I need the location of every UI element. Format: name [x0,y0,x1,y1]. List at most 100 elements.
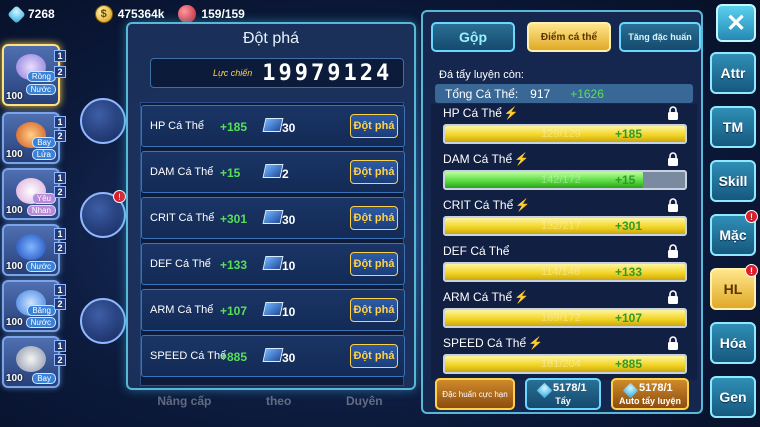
stat-name: DAM Cá Thể [150,166,214,178]
stat-bar: 114/146 +133 [443,262,687,282]
slot-number: 2 [54,130,66,142]
extreme-training-button[interactable]: Đặc huấn cực hạn [435,378,515,410]
team-slot[interactable]: Bay 100 1 2 [2,336,66,388]
stat-value: 129/129 [541,128,581,140]
gold-value: 475364k [117,7,165,21]
book-icon [262,210,284,224]
breakthrough-button[interactable]: Đột phá [350,160,398,184]
breakthrough-row: DAM Cá Thể +15 2 Đột phá [141,151,405,193]
auto-label: Auto tẩy luyện [618,396,681,406]
stat-name-wrap: SPEED Cá Thể ⚡ [443,336,543,350]
pet-type-badge: Bay [32,373,56,384]
notification-badge: ! [745,264,758,277]
stats-panel: Gộp Điểm cá thể Tăng đặc huấn Đá tẩy luy… [421,10,703,414]
tab-special-training[interactable]: Tăng đặc huấn [619,22,701,52]
stat-bonus: +185 [615,127,643,141]
stat-value: 181/204 [541,358,581,370]
remaining-stones-label: Đá tẩy luyện còn: [439,69,524,81]
panel-title: Đột phá [242,30,300,47]
menu-equip-label: Mặc [719,227,747,243]
stat-row: SPEED Cá Thể ⚡ 181/204 +885 [443,334,687,378]
pet-type-badge: Nước [25,317,56,328]
stat-row: DEF Cá Thể 114/146 +133 [443,242,687,286]
breakthrough-row: CRIT Cá Thể +301 30 Đột phá [141,197,405,239]
pet-level: 100 [6,317,23,328]
stat-bonus: +107 [615,311,643,325]
auto-wash-button[interactable]: 5178/1 Auto tẩy luyện [611,378,689,410]
stat-bonus: +15 [220,166,241,180]
stat-value: 169/172 [541,312,581,324]
breakthrough-button[interactable]: Đột phá [350,344,398,368]
menu-tm[interactable]: TM [710,106,756,148]
cost-value: 10 [282,259,296,273]
wash-button[interactable]: 5178/1 Tẩy [525,378,601,410]
breakthrough-panel: Đột phá Lực chiến 19979124 HP Cá Thể +18… [126,22,416,390]
stat-bonus: +301 [615,219,643,233]
tab-merge[interactable]: Gộp [431,22,515,52]
menu-transform[interactable]: Hóa [710,322,756,364]
menu-gen[interactable]: Gen [710,376,756,418]
team-slot[interactable]: Nước 100 1 2 [2,224,66,276]
lock-icon[interactable] [667,244,679,258]
stat-name: ARM Cá Thể [443,290,513,304]
lock-icon[interactable] [667,290,679,304]
tab-individual-points[interactable]: Điểm cá thể [527,22,611,52]
total-bonus: +1626 [570,86,604,101]
breakthrough-row: DEF Cá Thể +133 10 Đột phá [141,243,405,285]
lock-icon[interactable] [667,198,679,212]
stat-list: HP Cá Thể ⚡ 129/129 +185 DAM Cá Thể ⚡ 142/… [431,104,697,380]
team-slot[interactable]: Bay Lửa 100 1 2 [2,112,66,164]
stat-name: SPEED Cá Thể [443,336,527,350]
coin-icon: $ [94,5,113,23]
gear-icon[interactable] [80,298,126,344]
book-icon [262,256,284,270]
lock-icon[interactable] [667,152,679,166]
menu-skill[interactable]: Skill [710,160,756,202]
heart-icon [178,5,197,23]
bag-icon[interactable]: ! [80,190,126,238]
stat-bonus: +15 [615,173,636,187]
tab-upgrade[interactable]: Nâng cấp [157,394,211,424]
pet-portrait [16,346,46,372]
breakthrough-row: HP Cá Thể +185 30 Đột phá [141,105,405,147]
bolt-icon: ⚡ [514,290,530,304]
menu-hl[interactable]: HL ! [710,264,758,310]
pet-level: 100 [6,261,23,272]
diamond-counter: 7268 [7,4,55,24]
book-icon [262,118,284,132]
team-slot[interactable]: Yêu Nhan 100 1 2 [2,168,66,220]
pet-type-badge: Nước [25,84,56,95]
pet-level: 100 [6,205,23,216]
slot-number: 1 [54,116,66,128]
lock-icon[interactable] [667,106,679,120]
stat-name: HP Cá Thể [150,120,205,132]
team-list: Rồng Nước 100 1 2 Bay Lửa 100 1 2 Yêu Nh… [2,44,66,390]
book-icon [262,164,284,178]
close-button[interactable]: ✕ [716,4,756,42]
power-display: Lực chiến 19979124 [150,58,404,88]
power-value: 19979124 [262,60,393,86]
breakthrough-button[interactable]: Đột phá [350,206,398,230]
team-slot[interactable]: Băng Nước 100 1 2 [2,280,66,332]
pet-type-badge: Nước [25,261,56,272]
breakthrough-button[interactable]: Đột phá [350,252,398,276]
breakthrough-button[interactable]: Đột phá [350,298,398,322]
tab-follow[interactable]: theo [266,394,291,424]
slot-number: 2 [54,298,66,310]
stamina-counter: 159/159 [178,5,245,23]
pet-portrait [16,234,46,260]
menu-attr[interactable]: Attr [710,52,756,94]
tab-bond[interactable]: Duyên [346,394,383,424]
breakthrough-button[interactable]: Đột phá [350,114,398,138]
stat-name: CRIT Cá Thể [150,212,215,224]
stat-bar: 142/172 +15 [443,170,687,190]
team-slot[interactable]: Rồng Nước 100 1 2 [2,44,66,106]
cost-value: 30 [282,213,296,227]
menu-equip[interactable]: Mặc ! [710,210,758,256]
equipment-icon[interactable] [80,98,126,144]
stat-name: SPEED Cá Thể [150,350,227,362]
wash-count: 5178/1 [553,382,587,394]
stat-name-wrap: DEF Cá Thể [443,244,509,258]
lock-icon[interactable] [667,336,679,350]
stat-value: 114/146 [541,266,580,278]
